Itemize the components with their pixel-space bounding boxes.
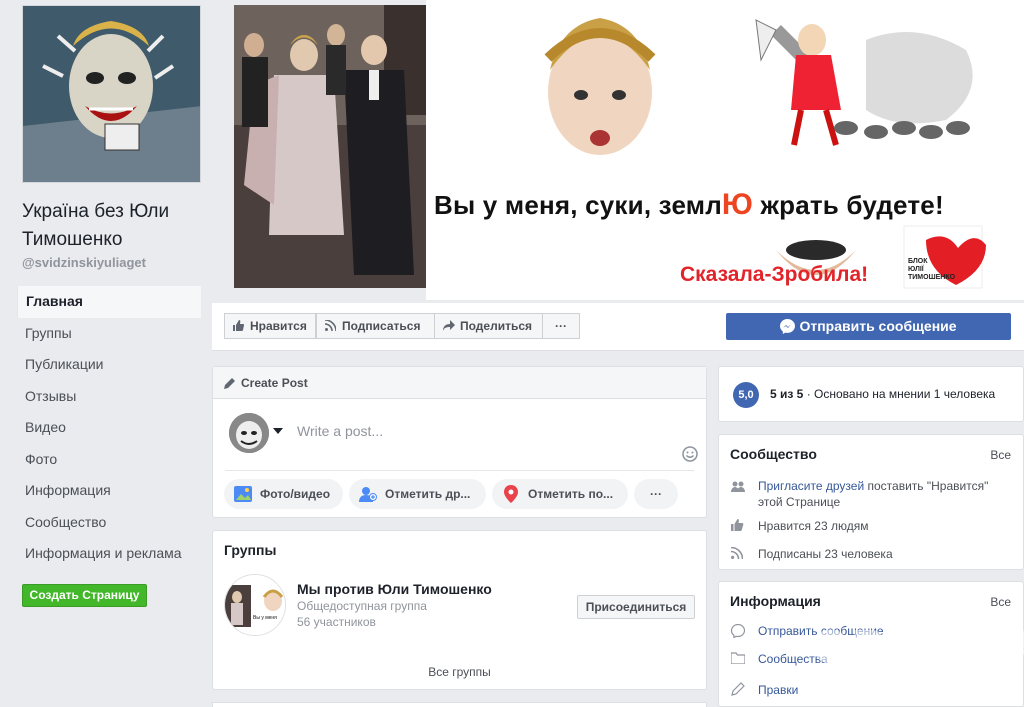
- thumbs-up-icon: [731, 519, 744, 531]
- group-image: Вы у меня: [225, 575, 285, 635]
- nav-item-posts[interactable]: Публикации: [17, 349, 201, 381]
- page-profile-picture[interactable]: [22, 5, 201, 183]
- tag-friends-icon: [359, 487, 377, 502]
- group-name[interactable]: Мы против Юли Тимошенко: [297, 581, 492, 597]
- meeting-photo: [234, 5, 426, 288]
- info-see-all-link[interactable]: Все: [990, 595, 1011, 609]
- rating-score-badge: 5,0: [733, 382, 759, 408]
- pencil-icon: [224, 378, 235, 389]
- location-pin-icon: [504, 485, 518, 503]
- join-group-button[interactable]: Присоединиться: [577, 595, 695, 619]
- info-title: Информация: [730, 593, 821, 609]
- messenger-icon: [780, 319, 796, 334]
- caricature-image: [23, 6, 200, 182]
- nav-item-about[interactable]: Информация: [17, 475, 201, 507]
- page-title: Україна без Юли Тимошенко: [22, 201, 170, 250]
- rss-icon: [731, 547, 743, 559]
- page-nav: Главная Группы Публикации Отзывы Видео Ф…: [17, 286, 201, 570]
- next-card-edge: [212, 702, 707, 707]
- like-button[interactable]: Нравится: [224, 313, 316, 339]
- followers-count: Подписаны 23 человека: [758, 547, 893, 561]
- invite-friends-link[interactable]: Пригласите друзей: [758, 479, 864, 493]
- more-options-button[interactable]: ···: [542, 313, 580, 339]
- cover-slogan: Вы у меня, суки, землЮ жрать будете!: [434, 188, 944, 221]
- group-thumbnail[interactable]: Вы у меня: [224, 574, 286, 636]
- cover-illustration: [544, 18, 986, 289]
- folder-icon: [731, 652, 745, 664]
- thumbs-up-icon: [233, 320, 244, 331]
- cover-banner: [426, 0, 1024, 300]
- nav-item-info-ads[interactable]: Информация и реклама: [17, 538, 201, 570]
- user-avatar-image: [229, 413, 269, 453]
- group-members-count: 56 участников: [297, 615, 376, 629]
- page-action-bar: Нравится Подписаться Поделиться ··· Отпр…: [212, 303, 1024, 351]
- divider: [225, 470, 694, 471]
- pencil-icon: [731, 682, 745, 696]
- groups-card: Группы Вы у меня Мы против Юли Тимошенко…: [212, 530, 707, 690]
- share-button[interactable]: Поделиться: [434, 313, 543, 339]
- write-post-input[interactable]: Write a post...: [297, 423, 383, 439]
- nav-item-reviews[interactable]: Отзывы: [17, 381, 201, 413]
- check-in-button[interactable]: Отметить по...: [492, 479, 628, 509]
- all-groups-link[interactable]: Все группы: [213, 665, 706, 679]
- more-post-options-button[interactable]: ···: [634, 479, 678, 509]
- cover-subtitle: Сказала-Зробила!: [680, 263, 869, 286]
- nav-item-groups[interactable]: Группы: [17, 318, 201, 350]
- groups-title: Группы: [224, 542, 277, 558]
- create-page-button[interactable]: Создать Страницу: [22, 584, 147, 607]
- create-post-header: Create Post: [213, 367, 706, 399]
- page-handle[interactable]: @svidzinskiyuliaget: [22, 255, 146, 270]
- rss-icon: [325, 320, 336, 331]
- send-message-button[interactable]: Отправить сообщение: [726, 313, 1011, 340]
- party-logo: БЛОК ЮЛІЇ ТИМОШЕНКО: [908, 258, 956, 281]
- info-suggest-edits-link[interactable]: Правки: [758, 682, 798, 698]
- nav-item-home[interactable]: Главная: [17, 286, 201, 318]
- follow-button[interactable]: Подписаться: [316, 313, 435, 339]
- svg-text:Вы у меня: Вы у меня: [253, 615, 277, 621]
- nav-item-videos[interactable]: Видео: [17, 412, 201, 444]
- cover-photo-left: [234, 5, 426, 288]
- community-title: Сообщество: [730, 446, 817, 462]
- left-column: Україна без Юли Тимошенко @svidzinskiyul…: [0, 0, 212, 707]
- rating-card: 5,0 5 из 5 · Основано на мнении 1 челове…: [718, 366, 1024, 422]
- likes-count: Нравится 23 людям: [758, 519, 869, 533]
- group-type: Общедоступная группа: [297, 599, 427, 613]
- create-post-card: Create Post Write a post... Фото/видео О…: [212, 366, 707, 518]
- nav-item-photos[interactable]: Фото: [17, 444, 201, 476]
- invite-friends-row: Пригласите друзей поставить "Нравится" эт…: [758, 479, 989, 509]
- community-card: Сообщество Все Пригласите друзей постави…: [718, 434, 1024, 570]
- nav-item-community[interactable]: Сообщество: [17, 507, 201, 539]
- tag-friends-button[interactable]: Отметить др...: [349, 479, 486, 509]
- emoji-icon[interactable]: [682, 446, 698, 462]
- invite-friends-icon: [731, 481, 745, 492]
- user-avatar[interactable]: [229, 413, 269, 453]
- photo-video-button[interactable]: Фото/видео: [224, 479, 343, 509]
- messenger-icon: [731, 624, 745, 638]
- photo-icon: [234, 486, 252, 502]
- rating-summary[interactable]: 5 из 5 · Основано на мнении 1 человека: [770, 387, 995, 401]
- share-arrow-icon: [443, 320, 455, 331]
- watermark-text: OBOZ.UA: [812, 621, 1024, 674]
- chevron-down-icon[interactable]: [273, 428, 283, 434]
- cover-area: Вы у меня, суки, землЮ жрать будете! Ска…: [212, 0, 1024, 300]
- community-see-all-link[interactable]: Все: [990, 448, 1011, 462]
